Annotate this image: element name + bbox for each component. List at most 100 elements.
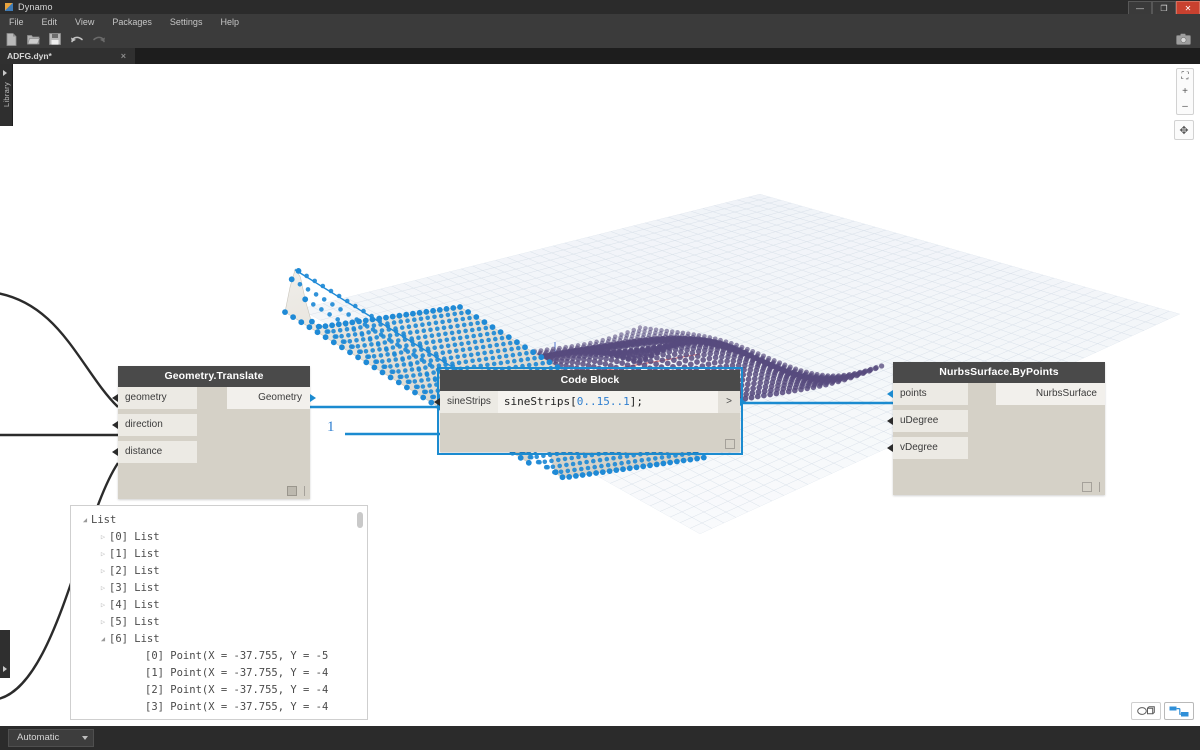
redo-button	[88, 30, 110, 48]
new-file-button[interactable]	[0, 30, 22, 48]
port-arrow-vdegree	[887, 444, 893, 452]
tri-closed-icon[interactable]: ▷	[97, 546, 109, 563]
list-item[interactable]: [0] Point(X = -37.755, Y = -5	[79, 648, 367, 665]
node-graph-icon	[1169, 706, 1189, 716]
list-item[interactable]: ▷ [2] List	[79, 563, 367, 580]
maximize-button[interactable]: ❐	[1152, 1, 1176, 15]
left-panel-expand-arrow-icon[interactable]	[3, 666, 7, 672]
list-item-label: [1] List	[109, 548, 160, 560]
port-udegree[interactable]: uDegree	[893, 410, 968, 432]
port-out-nurbssurface[interactable]: NurbsSurface	[996, 383, 1105, 405]
code-range: 0..15..1	[576, 395, 630, 408]
menu-view[interactable]: View	[66, 14, 103, 30]
list-item[interactable]: [2] Point(X = -37.755, Y = -4	[79, 682, 367, 699]
node-code-block[interactable]: Code Block sineStrips sineStrips[0..15..…	[434, 367, 746, 455]
tab-close-icon[interactable]: ×	[121, 51, 126, 61]
list-item[interactable]: ◢ List	[79, 512, 367, 529]
left-panel-handle[interactable]	[0, 630, 10, 678]
list-item[interactable]: ▷ [3] List	[79, 580, 367, 597]
library-panel-collapsed[interactable]: Library	[0, 64, 13, 126]
list-item[interactable]: ▷ [0] List	[79, 529, 367, 546]
node-footer	[725, 439, 735, 449]
tri-closed-icon[interactable]: ▷	[97, 580, 109, 597]
port-arrow-sinestrips	[434, 398, 440, 406]
port-arrow-udegree	[887, 417, 893, 425]
list-item[interactable]: ◢ [6] List	[79, 631, 367, 648]
menu-settings[interactable]: Settings	[161, 14, 212, 30]
view-mode-toggles	[1131, 702, 1194, 720]
open-file-button[interactable]	[22, 30, 44, 48]
menu-help[interactable]: Help	[211, 14, 248, 30]
port-vdegree[interactable]: vDegree	[893, 437, 968, 459]
port-geometry[interactable]: geometry	[118, 387, 197, 409]
list-item[interactable]: [3] Point(X = -37.755, Y = -4	[79, 699, 367, 716]
pan-icon: ✥	[1179, 124, 1189, 137]
menu-packages[interactable]: Packages	[103, 14, 161, 30]
tri-open-icon[interactable]: ◢	[97, 631, 109, 648]
tri-closed-icon[interactable]: ▷	[97, 614, 109, 631]
node-title: Code Block	[440, 370, 740, 391]
tri-open-icon[interactable]: ◢	[79, 512, 91, 529]
pan-tool-button[interactable]: ✥	[1174, 120, 1194, 140]
output-ports: NurbsSurface	[996, 383, 1105, 410]
tab-label: ADFG.dyn*	[7, 51, 52, 61]
save-file-button[interactable]	[44, 30, 66, 48]
list-preview-scrollbar[interactable]	[357, 512, 363, 528]
preview-toggle-icon[interactable]	[1082, 482, 1092, 492]
tab-bar: ADFG.dyn* ×	[0, 48, 1200, 64]
port-points[interactable]: points	[893, 383, 968, 405]
menu-edit[interactable]: Edit	[33, 14, 67, 30]
tab-adfg-dyn[interactable]: ADFG.dyn* ×	[0, 48, 135, 64]
close-button[interactable]: ✕	[1176, 1, 1200, 15]
status-bar: Automatic	[0, 726, 1200, 750]
wire-index-label: 1	[327, 419, 335, 435]
undo-arrow-icon	[71, 36, 83, 42]
zoom-in-icon[interactable]: +	[1177, 84, 1193, 99]
workspace-canvas[interactable]: 1 Geometry.Translate geometry direction …	[0, 64, 1200, 726]
port-out-geometry[interactable]: Geometry	[227, 387, 310, 409]
viewport-zoom-controls: ⛶ + –	[1176, 68, 1194, 115]
code-block-editor[interactable]: sineStrips[0..15..1];	[497, 391, 718, 413]
node-nurbssurface-bypoints[interactable]: NurbsSurface.ByPoints points uDegree vDe…	[887, 362, 1105, 495]
preview-toggle-icon[interactable]	[725, 439, 735, 449]
background-3d-preview-toggle[interactable]	[1131, 702, 1161, 720]
screenshot-button[interactable]	[1172, 30, 1194, 48]
toolbar-right-group	[1172, 30, 1194, 48]
run-mode-dropdown[interactable]: Automatic	[8, 729, 94, 747]
toolbar	[0, 30, 1200, 48]
minimize-button[interactable]: —	[1128, 1, 1152, 15]
port-arrow-out-codeblock	[740, 398, 746, 406]
undo-button[interactable]	[66, 30, 88, 48]
list-item[interactable]: ▷ [5] List	[79, 614, 367, 631]
menu-file[interactable]: File	[0, 14, 33, 30]
preview-toggle-icon[interactable]	[287, 486, 297, 496]
list-item[interactable]: ▷ [1] List	[79, 546, 367, 563]
port-arrow-distance	[112, 448, 118, 456]
port-direction[interactable]: direction	[118, 414, 197, 436]
library-expand-arrow-icon[interactable]	[3, 70, 7, 76]
list-item-label: [0] List	[109, 531, 160, 543]
tri-closed-icon[interactable]: ▷	[97, 597, 109, 614]
zoom-out-icon[interactable]: –	[1177, 99, 1193, 114]
code-suffix: ];	[629, 395, 643, 408]
node-geometry-translate[interactable]: Geometry.Translate geometry direction di…	[112, 366, 316, 499]
code-block-expand-icon[interactable]: >	[718, 391, 740, 413]
graph-view-toggle[interactable]	[1164, 702, 1194, 720]
port-sinestrips[interactable]: sineStrips	[440, 391, 498, 413]
list-item[interactable]: [1] Point(X = -37.755, Y = -4	[79, 665, 367, 682]
list-item[interactable]: ▷ [4] List	[79, 597, 367, 614]
lacing-indicator-icon	[1099, 482, 1100, 492]
library-label: Library	[1, 82, 11, 108]
list-preview-pane[interactable]: ◢ List ▷ [0] List ▷ [1] List ▷ [2] List ▷ [3] Lis…	[70, 505, 368, 720]
run-mode-value: Automatic	[17, 732, 60, 743]
tri-closed-icon[interactable]: ▷	[97, 563, 109, 580]
zoom-to-fit-icon[interactable]: ⛶	[1177, 69, 1193, 84]
tri-closed-icon[interactable]: ▷	[97, 529, 109, 546]
port-arrow-direction	[112, 421, 118, 429]
node-footer	[287, 486, 305, 496]
list-item-label: [6] List	[109, 633, 160, 645]
input-ports: geometry direction distance	[118, 387, 197, 468]
port-distance[interactable]: distance	[118, 441, 197, 463]
new-file-icon	[6, 32, 16, 46]
output-ports: Geometry	[227, 387, 310, 414]
